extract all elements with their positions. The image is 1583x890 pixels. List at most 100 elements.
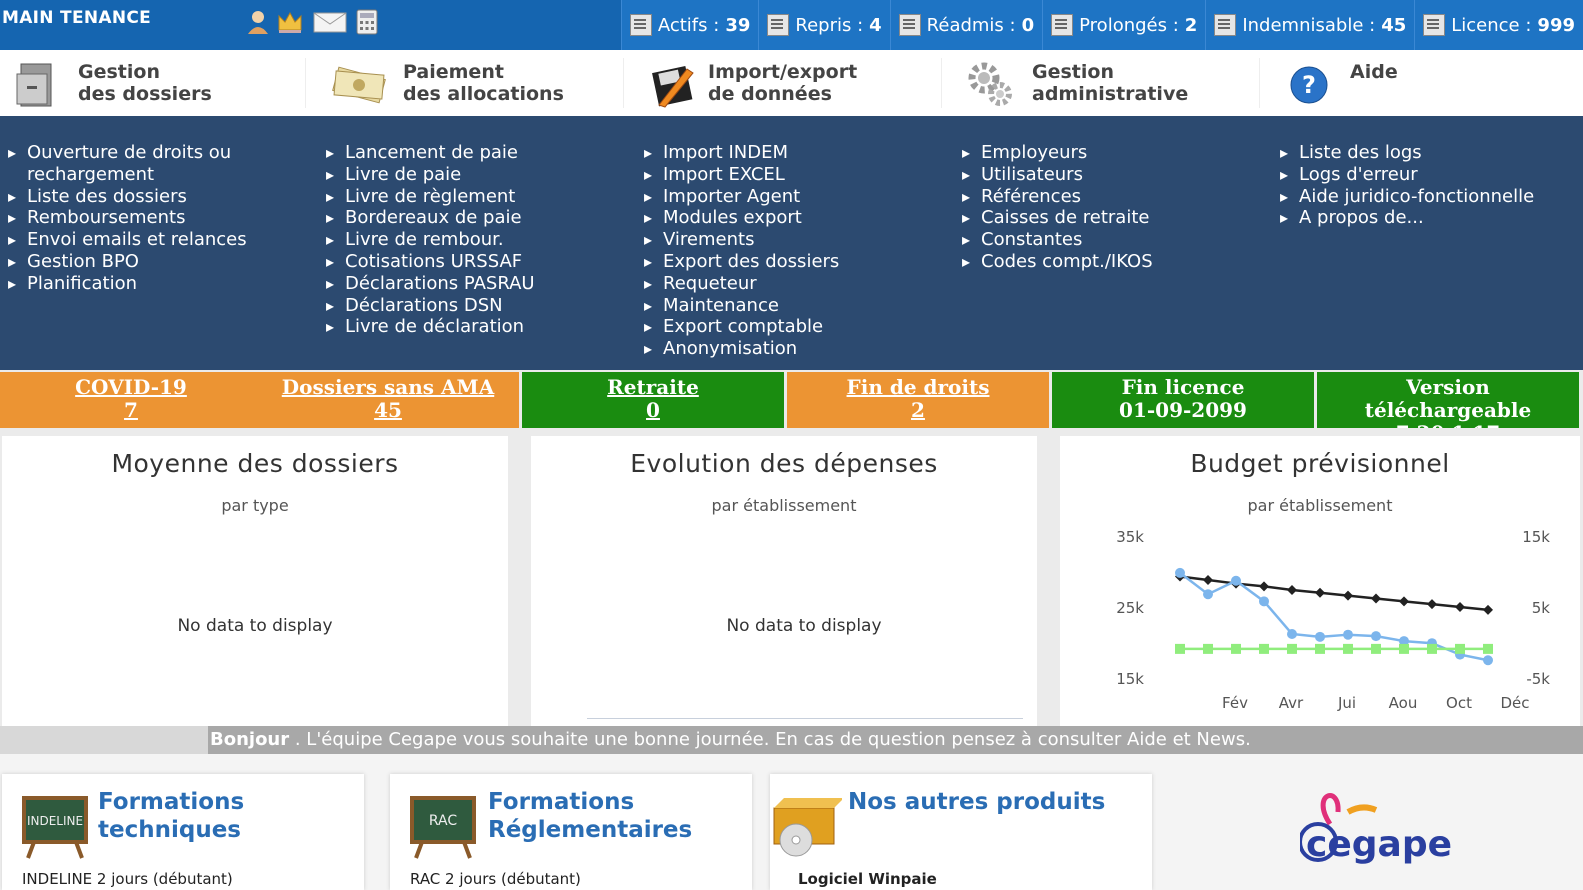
card-title: Nos autres produits [848, 789, 1106, 815]
card-formations-reglementaires[interactable]: RAC Formations Réglementaires RAC 2 jour… [390, 774, 752, 890]
user-icon[interactable] [245, 9, 271, 35]
series-point [1231, 575, 1241, 586]
series-point [1287, 643, 1297, 654]
menu-title: Paiement des allocations [403, 61, 564, 105]
tile-value: 7 [124, 398, 138, 422]
card-formations-techniques[interactable]: INDELINE Formations techniques INDELINE … [2, 774, 364, 890]
tile-4[interactable]: Fin de droits 2 [787, 372, 1049, 428]
menu-item[interactable]: Livre de rembour. [326, 229, 626, 251]
chalkboard-text: INDELINE [27, 814, 83, 828]
tile-1[interactable]: COVID-19 7 [0, 372, 262, 428]
menu-item[interactable]: Livre de règlement [326, 186, 626, 208]
menu-item[interactable]: Anonymisation [644, 338, 944, 360]
chalkboard-icon: INDELINE [22, 794, 88, 860]
menu-gestion-admin[interactable]: Gestion administrative [966, 50, 1256, 116]
menu-item[interactable]: Aide juridico-fonctionnelle [1280, 186, 1580, 208]
menu-title: Gestion des dossiers [78, 61, 212, 105]
menu-item[interactable]: Livre de paie [326, 164, 626, 186]
stat-value: 999 [1537, 14, 1575, 36]
stat-icon [629, 14, 652, 36]
series-point [1427, 643, 1437, 654]
menu-item[interactable]: Requeteur [644, 273, 944, 295]
x-tick-label: Jui [1337, 694, 1356, 712]
stat-6[interactable]: Licence :999 [1414, 0, 1583, 50]
stat-4[interactable]: Prolongés :2 [1042, 0, 1206, 50]
menu-aide[interactable]: ? Aide [1284, 50, 1574, 116]
menu-item[interactable]: Constantes [962, 229, 1262, 251]
menu-item[interactable]: Virements [644, 229, 944, 251]
stat-label: Réadmis : [926, 14, 1016, 36]
menu-item[interactable]: Livre de déclaration [326, 316, 626, 338]
tile-3[interactable]: Retraite 0 [522, 372, 784, 428]
crown-icon[interactable] [277, 9, 303, 35]
stat-5[interactable]: Indemnisable :45 [1205, 0, 1415, 50]
menu-item[interactable]: Ouverture de droits ou rechargement [8, 142, 308, 186]
menu-item[interactable]: Références [962, 186, 1262, 208]
stats-bar: Actifs :39 Repris :4 Réadmis :0 Prolongés :… [620, 0, 1583, 50]
menu-item[interactable]: Importer Agent [644, 186, 944, 208]
series-point [1203, 589, 1213, 600]
tile-label: COVID-19 [75, 375, 187, 399]
menu-import-export[interactable]: Import/export de données [648, 50, 938, 116]
menu-item[interactable]: Gestion BPO [8, 251, 308, 273]
menu-item[interactable]: A propos de... [1280, 207, 1580, 229]
mail-icon[interactable] [312, 9, 348, 35]
stat-label: Indemnisable : [1242, 14, 1376, 36]
series-point [1315, 643, 1325, 654]
menu-item[interactable]: Employeurs [962, 142, 1262, 164]
card-autres-produits[interactable]: Nos autres produits Logiciel Winpaie [770, 774, 1152, 890]
card-line: RAC 2 jours (débutant) [410, 870, 581, 888]
menu-item[interactable]: Lancement de paie [326, 142, 626, 164]
menu-title: Aide [1350, 61, 1398, 83]
menu-gestion-dossiers[interactable]: Gestion des dossiers [12, 50, 302, 116]
no-data-message: No data to display [726, 616, 882, 636]
help-icon: ? [1284, 60, 1334, 110]
stat-label: Actifs : [657, 14, 720, 36]
main-menu: Gestion des dossiers Paiement des alloca… [0, 50, 1583, 116]
stat-value: 39 [725, 14, 751, 36]
y-left-tick-label: 15k [1116, 670, 1144, 688]
calculator-icon[interactable] [354, 9, 380, 35]
series-point [1287, 584, 1297, 595]
card-title: Formations Réglementaires [488, 789, 693, 843]
menu-item[interactable]: Planification [8, 273, 308, 295]
menu-item[interactable]: Envoi emails et relances [8, 229, 308, 251]
stat-value: 45 [1381, 14, 1407, 36]
stat-label: Repris : [795, 14, 864, 36]
menu-item[interactable]: Remboursements [8, 207, 308, 229]
menu-item[interactable]: Déclarations PASRAU [326, 273, 626, 295]
menu-item[interactable]: Bordereaux de paie [326, 207, 626, 229]
menu-item[interactable]: Utilisateurs [962, 164, 1262, 186]
series-point [1455, 602, 1465, 612]
series-point [1483, 643, 1493, 654]
menu-item[interactable]: Caisses de retraite [962, 207, 1262, 229]
menu-item[interactable]: Logs d'erreur [1280, 164, 1580, 186]
stat-3[interactable]: Réadmis :0 [889, 0, 1043, 50]
menu-item[interactable]: Cotisations URSSAF [326, 251, 626, 273]
menu-item[interactable]: Codes compt./IKOS [962, 251, 1262, 273]
menu-item[interactable]: Import EXCEL [644, 164, 944, 186]
tile-5[interactable]: Fin licence 01-09-2099 [1052, 372, 1314, 428]
ticker-greeting: Bonjour [210, 729, 290, 750]
series-point [1343, 629, 1353, 640]
panel-subtitle: par établissement [711, 496, 857, 515]
tile-6[interactable]: Version téléchargeable7.20.1.17 [1317, 372, 1579, 428]
series-point [1315, 631, 1325, 642]
menu-item[interactable]: Liste des dossiers [8, 186, 308, 208]
menu-paiement[interactable]: Paiement des allocations [330, 50, 620, 116]
tile-label: Version téléchargeable [1364, 375, 1532, 422]
menu-item[interactable]: Export comptable [644, 316, 944, 338]
menu-item[interactable]: Déclarations DSN [326, 295, 626, 317]
tile-value: 0 [646, 398, 660, 422]
menu-item[interactable]: Import INDEM [644, 142, 944, 164]
stat-2[interactable]: Repris :4 [758, 0, 890, 50]
tile-2[interactable]: Dossiers sans AMA 45 [257, 372, 519, 428]
series-point [1259, 643, 1269, 654]
stat-1[interactable]: Actifs :39 [620, 0, 759, 50]
menu-item[interactable]: Liste des logs [1280, 142, 1580, 164]
menu-item[interactable]: Export des dossiers [644, 251, 944, 273]
series-point [1427, 599, 1437, 610]
menu-item[interactable]: Modules export [644, 207, 944, 229]
menu-item[interactable]: Maintenance [644, 295, 944, 317]
tile-label: Retraite [607, 375, 699, 399]
